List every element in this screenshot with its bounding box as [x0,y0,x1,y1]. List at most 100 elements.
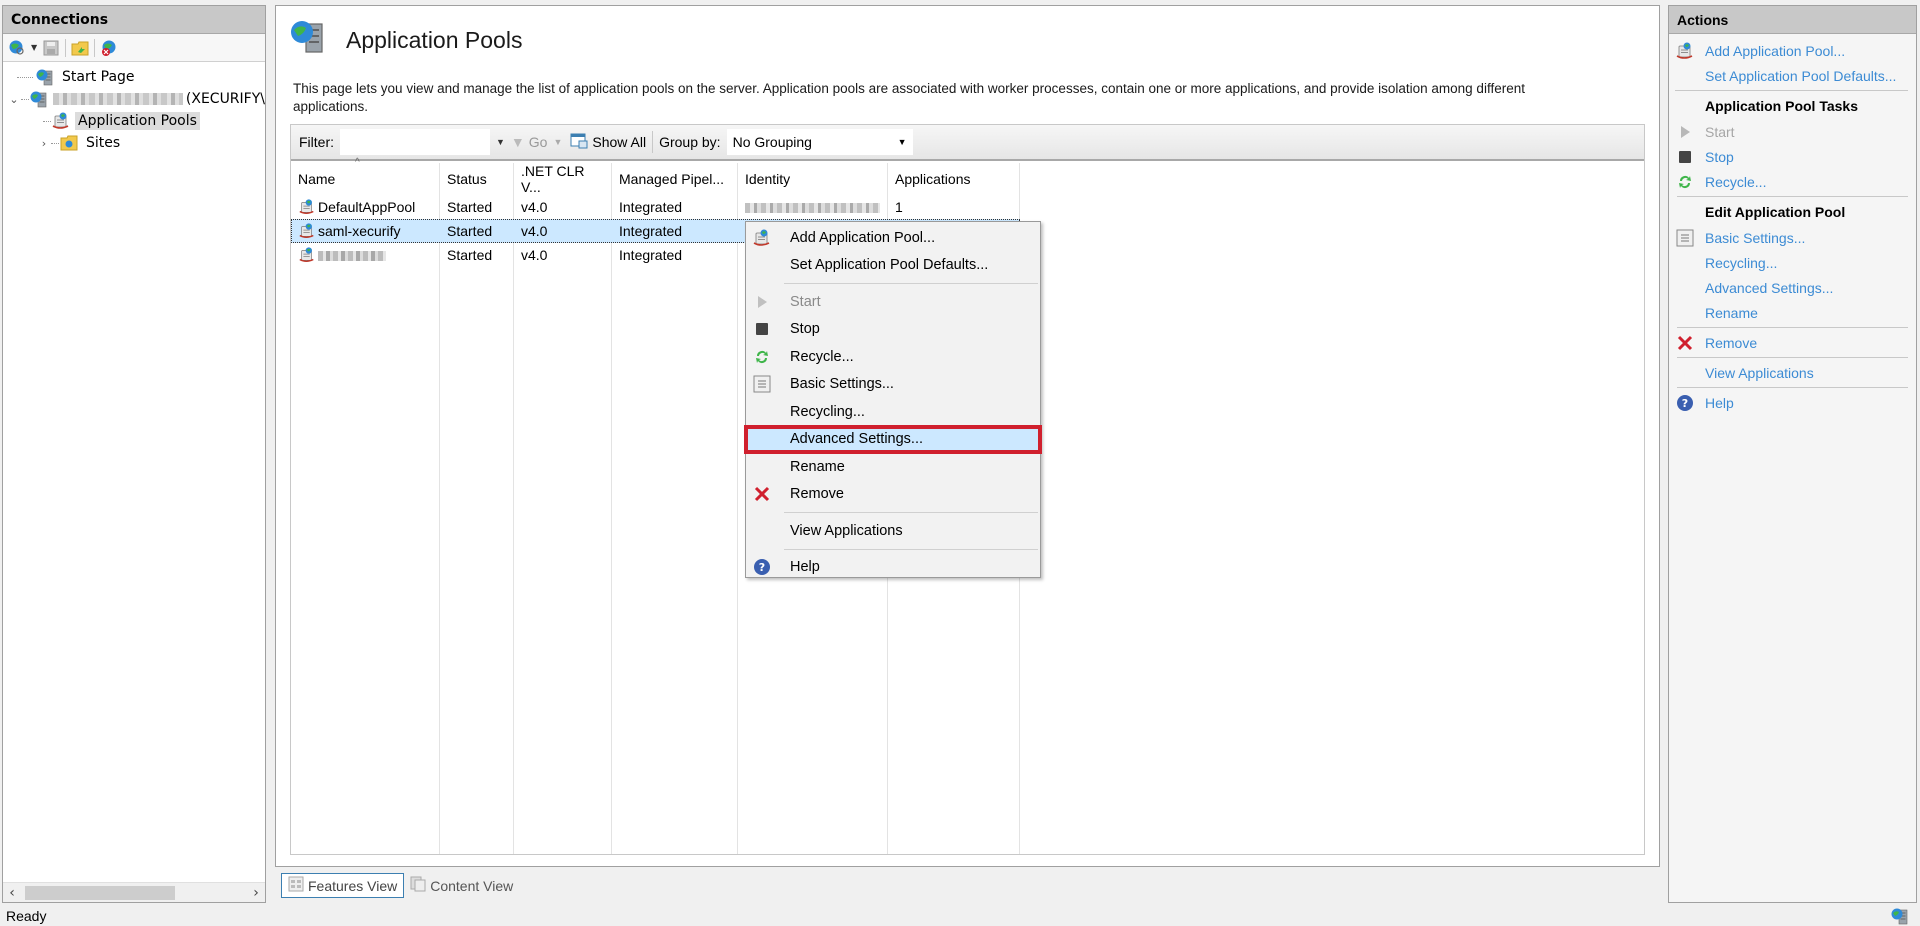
application-pools-icon [51,111,71,130]
separator [1675,90,1908,91]
table-row[interactable]: DefaultAppPool Started v4.0 Integrated 1 [291,195,1020,219]
tab-features-view[interactable]: Features View [281,873,405,898]
remove-icon [752,484,772,504]
scroll-thumb[interactable] [25,885,175,900]
action-start[interactable]: Start [1669,119,1916,144]
menu-item-set-defaults[interactable]: Set Application Pool Defaults... [746,252,1040,280]
tree-item-application-pools[interactable]: Application Pools [3,110,265,132]
recycle-icon [1675,173,1695,191]
add-pool-icon [1675,41,1695,60]
action-view-applications[interactable]: View Applications [1669,360,1916,385]
tree-item-sites[interactable]: › Sites [3,132,265,154]
menu-item-start[interactable]: Start [746,288,1040,316]
disconnect-icon[interactable] [99,38,119,58]
go-button[interactable]: ▼ Go ▼ [511,134,564,150]
page-title: Application Pools [346,26,523,53]
chevron-down-icon[interactable]: ⌄ [7,93,21,106]
settings-icon [752,374,772,394]
connections-toolbar: ▼ [3,34,265,62]
menu-item-rename[interactable]: Rename [746,453,1040,481]
action-recycling[interactable]: Recycling... [1669,250,1916,275]
recycle-icon [752,347,772,367]
cell-name [291,243,440,267]
horizontal-scrollbar[interactable]: ‹ › [3,882,265,902]
help-icon: ? [1675,394,1695,412]
table-header-row: ^ Name Status .NET CLR V... Managed Pipel… [291,157,1020,195]
tab-label: Content View [430,877,514,894]
menu-item-basic-settings[interactable]: Basic Settings... [746,371,1040,399]
action-add-application-pool[interactable]: Add Application Pool... [1669,38,1916,63]
app-pool-icon [298,198,316,216]
show-all-button[interactable]: Show All [570,133,646,152]
column-header-applications[interactable]: Applications [888,163,1020,195]
action-remove[interactable]: Remove [1669,330,1916,355]
actions-panel: Actions Add Application Pool... Set Appl… [1668,5,1917,903]
action-stop[interactable]: Stop [1669,144,1916,169]
add-pool-icon [752,228,772,248]
group-by-select[interactable]: No Grouping ▼ [726,129,913,155]
tree-item-server[interactable]: ⌄ (XECURIFY\ [3,88,265,110]
cell-status: Started [440,219,514,243]
menu-item-stop[interactable]: Stop [746,316,1040,344]
show-all-label: Show All [592,134,647,150]
menu-item-view-applications[interactable]: View Applications [746,517,1040,545]
redacted-server-name [52,93,183,105]
application-pools-header-icon [288,18,328,62]
section-heading-edit: Edit Application Pool [1705,204,1846,220]
column-header-name[interactable]: ^ Name [291,157,440,195]
scroll-left-icon[interactable]: ‹ [3,885,21,901]
save-icon[interactable] [41,38,61,58]
scroll-right-icon[interactable]: › [247,885,265,901]
action-recycle[interactable]: Recycle... [1669,169,1916,194]
tree-item-label: Sites [86,135,121,151]
toolbar-separator [94,38,96,57]
cell-identity [738,195,888,219]
cell-pipeline: Integrated [619,199,683,215]
menu-item-help[interactable]: ? Help [746,554,1040,582]
column-header-pipeline[interactable]: Managed Pipel... [612,163,738,195]
redacted-identity [745,203,880,214]
sites-folder-icon [59,134,79,152]
status-bar: Ready [0,904,1920,926]
menu-separator [784,512,1038,513]
cell-status: Started [447,199,493,215]
action-basic-settings[interactable]: Basic Settings... [1669,225,1916,250]
tree-item-start-page[interactable]: Start Page [3,66,265,88]
connections-tree: Start Page ⌄ (XECURIFY\ Application Pool… [3,62,265,158]
filter-dropdown-icon[interactable]: ▼ [496,137,505,147]
group-by-value: No Grouping [732,134,812,150]
action-set-defaults[interactable]: Set Application Pool Defaults... [1669,63,1916,88]
folder-up-icon[interactable] [70,38,90,58]
menu-item-remove[interactable]: Remove [746,481,1040,509]
menu-item-add-application-pool[interactable]: Add Application Pool... [746,224,1040,252]
chevron-down-icon[interactable]: ▼ [31,43,37,52]
column-header-identity[interactable]: Identity [738,163,888,195]
cell-name: saml-xecurify [291,219,440,243]
go-dropdown-icon[interactable]: ▼ [553,137,562,147]
column-header-status[interactable]: Status [440,163,514,195]
connections-title: Connections [3,6,265,34]
action-advanced-settings[interactable]: Advanced Settings... [1669,275,1916,300]
menu-item-recycling[interactable]: Recycling... [746,398,1040,426]
view-tabs: Features View Content View [281,873,519,898]
tab-content-view[interactable]: Content View [404,873,519,898]
action-help[interactable]: ? Help [1669,390,1916,415]
features-view-icon [288,876,304,895]
help-icon: ? [752,557,772,577]
stop-icon [1675,148,1695,166]
status-text: Ready [6,908,47,924]
menu-item-recycle[interactable]: Recycle... [746,343,1040,371]
menu-item-advanced-settings[interactable]: Advanced Settings... [744,424,1042,454]
play-icon [752,292,772,312]
chevron-right-icon[interactable]: › [37,137,51,150]
action-rename[interactable]: Rename [1669,300,1916,325]
connect-globe-icon[interactable] [7,38,27,58]
server-status-icon [1890,907,1910,926]
section-heading-tasks: Application Pool Tasks [1705,98,1858,114]
tree-item-label: Start Page [62,69,135,85]
page-description: This page lets you view and manage the l… [293,81,1525,114]
scroll-track[interactable] [21,885,247,901]
filter-input[interactable] [340,129,490,155]
page-header: Application Pools [288,18,522,62]
column-header-clr[interactable]: .NET CLR V... [514,163,612,195]
